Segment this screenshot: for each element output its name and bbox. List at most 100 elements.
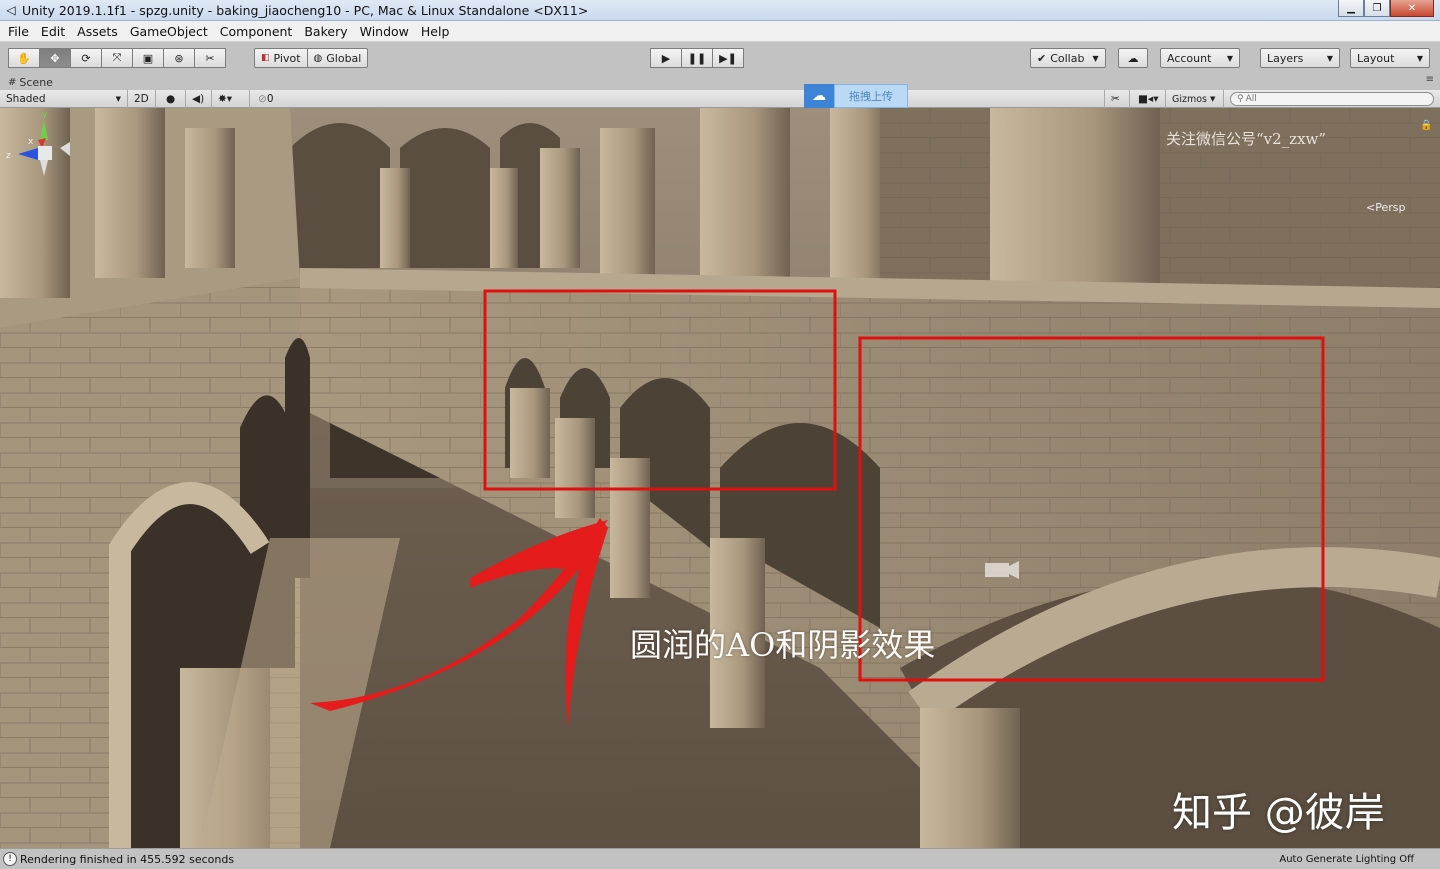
- cloud-button[interactable]: ☁: [1118, 48, 1148, 68]
- search-icon: ⚲: [1237, 94, 1244, 104]
- menu-gameobject[interactable]: GameObject: [124, 24, 214, 39]
- upper-right-pillar: [990, 108, 1160, 303]
- pause-icon: ❚❚: [687, 51, 707, 65]
- minimize-icon: ▁: [1347, 2, 1355, 14]
- main-toolbar: ✋ ✥ ⟳ ⤧ ▣ ⊛ ✂ ◧ Pivot ◍ Global ▶ ❚❚ ▶❚ ✔…: [0, 43, 1440, 74]
- restore-icon: ❐: [1372, 2, 1382, 14]
- transform-tool-button[interactable]: ⊛: [163, 48, 195, 68]
- orientation-gizmo[interactable]: y x z: [0, 108, 80, 188]
- neg-x-cone[interactable]: [60, 142, 70, 156]
- chevron-down-icon: ▼: [1416, 53, 1423, 63]
- pivot-global-group: ◧ Pivot ◍ Global: [254, 48, 369, 68]
- status-bar: ! Rendering finished in 455.592 seconds …: [0, 848, 1440, 869]
- step-button[interactable]: ▶❚: [712, 48, 744, 68]
- gizmos-dropdown[interactable]: Gizmos ▼: [1166, 90, 1224, 108]
- window-title: Unity 2019.1.1f1 - spzg.unity - baking_j…: [22, 2, 589, 18]
- minimize-button[interactable]: ▁: [1338, 0, 1364, 17]
- y-axis-cone[interactable]: [40, 120, 48, 140]
- pivot-toggle[interactable]: ◧ Pivot: [254, 48, 308, 68]
- layers-dropdown[interactable]: Layers ▼: [1260, 48, 1340, 68]
- transform-tools: ✋ ✥ ⟳ ⤧ ▣ ⊛ ✂: [8, 48, 226, 68]
- info-icon: !: [3, 852, 17, 866]
- upload-label: 拖拽上传: [834, 84, 908, 108]
- menu-file[interactable]: File: [2, 24, 35, 39]
- drag-upload-button[interactable]: ☁ 拖拽上传: [804, 84, 908, 108]
- effects-dropdown[interactable]: ✸▾: [212, 90, 250, 108]
- lighting-toggle[interactable]: ●: [160, 90, 186, 108]
- grid-icon: #: [8, 76, 17, 88]
- camera-icon: ■◂▾: [1138, 93, 1159, 105]
- rotate-tool-button[interactable]: ⟳: [70, 48, 102, 68]
- scene-toolbar: Shaded ▼ 2D ● ◀) ✸▾ ⊘ 0 ✂ ■◂▾ Gizmos ▼ ⚲…: [0, 90, 1440, 108]
- menu-component[interactable]: Component: [214, 24, 299, 39]
- scene-tab[interactable]: # Scene: [0, 74, 1440, 90]
- lock-icon[interactable]: 🔒: [1420, 120, 1432, 131]
- menu-bar: File Edit Assets GameObject Component Ba…: [0, 21, 1440, 42]
- chevron-down-icon: ▼: [1226, 53, 1233, 63]
- close-button[interactable]: ✕: [1390, 0, 1434, 17]
- menu-help[interactable]: Help: [415, 24, 456, 39]
- tab-menu-button[interactable]: ≡: [1426, 74, 1434, 85]
- annotation-caption: 圆润的AO和阴影效果: [630, 626, 936, 664]
- move-tool-button[interactable]: ✥: [39, 48, 71, 68]
- menu-edit[interactable]: Edit: [35, 24, 71, 39]
- scene-render: [0, 108, 1440, 848]
- step-icon: ▶❚: [719, 51, 737, 65]
- layers-group: Layers ▼: [1260, 48, 1340, 68]
- camera-dropdown[interactable]: ■◂▾: [1132, 90, 1166, 108]
- audio-toggle[interactable]: ◀): [186, 90, 212, 108]
- chevron-down-icon: ▼: [1092, 53, 1099, 63]
- close-icon: ✕: [1407, 2, 1417, 14]
- hidden-objects-toggle[interactable]: ⊘ 0: [252, 90, 282, 108]
- chevron-left-icon: <: [1366, 201, 1376, 214]
- search-placeholder: All: [1245, 94, 1257, 104]
- gizmo-center-cube[interactable]: [38, 146, 52, 160]
- cloud-group: ☁: [1118, 48, 1148, 68]
- y-axis-label: y: [42, 110, 48, 120]
- play-button[interactable]: ▶: [650, 48, 682, 68]
- 2d-toggle[interactable]: 2D: [128, 90, 156, 108]
- z-axis-label: z: [6, 151, 11, 161]
- pivot-icon: ◧: [261, 53, 270, 63]
- pause-button[interactable]: ❚❚: [681, 48, 713, 68]
- z-axis-cone[interactable]: [18, 148, 38, 160]
- custom-tool-button[interactable]: ✂: [194, 48, 226, 68]
- hand-tool-button[interactable]: ✋: [8, 48, 40, 68]
- global-toggle[interactable]: ◍ Global: [306, 48, 369, 68]
- shading-mode-dropdown[interactable]: Shaded ▼: [0, 90, 128, 108]
- layout-group: Layout ▼: [1350, 48, 1430, 68]
- unity-logo-icon: ◁: [6, 3, 16, 17]
- effects-icon: ✸▾: [218, 93, 233, 105]
- scale-tool-button[interactable]: ⤧: [101, 48, 133, 68]
- neg-y-cone[interactable]: [40, 160, 48, 176]
- menu-window[interactable]: Window: [354, 24, 415, 39]
- hidden-count: 0: [266, 93, 274, 105]
- menu-lines-icon: ≡: [1425, 74, 1434, 85]
- lightbulb-icon: ●: [166, 93, 176, 105]
- scale-icon: ⤧: [112, 51, 122, 64]
- speaker-icon: ◀): [192, 93, 205, 105]
- status-message[interactable]: Rendering finished in 455.592 seconds: [20, 853, 234, 866]
- rect-tool-button[interactable]: ▣: [132, 48, 164, 68]
- hand-icon: ✋: [17, 51, 31, 65]
- chevron-down-icon: ▼: [1326, 53, 1333, 63]
- menu-bakery[interactable]: Bakery: [298, 24, 353, 39]
- projection-label: Persp: [1375, 201, 1406, 214]
- maximize-button[interactable]: ❐: [1364, 0, 1390, 17]
- account-dropdown[interactable]: Account ▼: [1160, 48, 1240, 68]
- tools-icon: ✂: [1111, 93, 1120, 105]
- globe-icon: ◍: [313, 52, 323, 64]
- scene-search-field[interactable]: ⚲ All: [1230, 92, 1434, 106]
- scene-viewport[interactable]: 关注微信公号“v2_zxw” 圆润的AO和阴影效果 知乎 @彼岸 y x z 🔒…: [0, 108, 1440, 848]
- play-icon: ▶: [661, 51, 671, 65]
- window-title-bar: ◁ Unity 2019.1.1f1 - spzg.unity - baking…: [0, 0, 1440, 21]
- auto-lighting-status[interactable]: Auto Generate Lighting Off: [1279, 854, 1414, 865]
- scene-tab-label: Scene: [19, 75, 53, 89]
- move-icon: ✥: [50, 51, 60, 65]
- menu-assets[interactable]: Assets: [71, 24, 124, 39]
- collab-dropdown[interactable]: ✔ Collab ▼: [1030, 48, 1106, 68]
- global-label: Global: [326, 51, 362, 65]
- scene-tools-button[interactable]: ✂: [1104, 90, 1130, 108]
- projection-toggle[interactable]: <Persp: [1366, 201, 1405, 214]
- layout-dropdown[interactable]: Layout ▼: [1350, 48, 1430, 68]
